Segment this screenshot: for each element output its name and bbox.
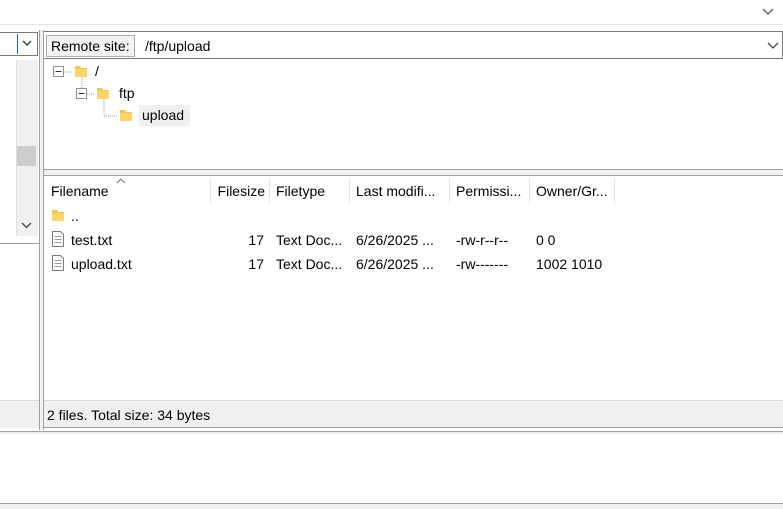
column-header-last-modified[interactable]: Last modifi...: [356, 178, 448, 204]
column-header-filesize[interactable]: Filesize: [211, 178, 265, 204]
file-name: ..: [71, 208, 79, 224]
local-pane-divider[interactable]: [0, 243, 39, 244]
column-divider[interactable]: [349, 178, 350, 204]
folder-icon: [75, 66, 87, 77]
file-size: 17: [248, 232, 264, 248]
folder-icon: [52, 210, 64, 221]
file-permissions: -rw-------: [456, 256, 509, 272]
file-name: upload.txt: [71, 256, 132, 272]
tree-collapse-icon[interactable]: [53, 66, 64, 77]
file-size: 17: [248, 256, 264, 272]
local-combo-dropdown[interactable]: [17, 34, 37, 54]
scrollbar-thumb[interactable]: [17, 146, 36, 166]
folder-icon: [97, 88, 109, 99]
scroll-down-icon[interactable]: [16, 215, 37, 235]
remote-path-input[interactable]: /ftp/upload: [145, 36, 210, 56]
column-header-filetype[interactable]: Filetype: [276, 178, 348, 204]
file-type: Text Doc...: [276, 256, 343, 272]
transfer-queue-pane: [0, 434, 783, 504]
tree-collapse-icon[interactable]: [76, 88, 87, 99]
file-modified: 6/26/2025 ...: [356, 232, 434, 248]
text-file-icon: [52, 231, 64, 247]
column-divider[interactable]: [269, 178, 270, 204]
file-owner-group: 1002 1010: [536, 256, 603, 272]
sort-ascending-icon: [116, 178, 126, 184]
remote-site-label: Remote site:: [46, 35, 135, 57]
tree-item-ftp[interactable]: ftp: [119, 83, 135, 103]
bottom-border: [0, 503, 783, 509]
tree-item-root[interactable]: /: [95, 61, 99, 81]
file-permissions: -rw-r--r--: [456, 232, 509, 248]
column-divider[interactable]: [614, 178, 615, 204]
file-name: test.txt: [71, 232, 113, 248]
column-divider[interactable]: [529, 178, 530, 204]
chevron-down-icon[interactable]: [761, 4, 775, 18]
tree-item-upload[interactable]: upload: [142, 105, 184, 125]
table-row[interactable]: [44, 204, 783, 228]
column-header-owner-group[interactable]: Owner/Gr...: [536, 178, 614, 204]
status-text: 2 files. Total size: 34 bytes: [47, 407, 211, 423]
chevron-down-icon: [22, 40, 32, 46]
column-header-filename[interactable]: Filename: [51, 178, 211, 204]
file-owner-group: 0 0: [536, 232, 556, 248]
text-file-icon: [52, 255, 64, 271]
column-divider[interactable]: [449, 178, 450, 204]
column-header-permissions[interactable]: Permissi...: [456, 178, 528, 204]
file-modified: 6/26/2025 ...: [356, 256, 434, 272]
top-combo-strip[interactable]: [0, 0, 783, 25]
chevron-down-icon[interactable]: [766, 38, 780, 52]
folder-icon: [120, 110, 132, 121]
file-type: Text Doc...: [276, 232, 343, 248]
local-status-bar: [0, 400, 39, 428]
